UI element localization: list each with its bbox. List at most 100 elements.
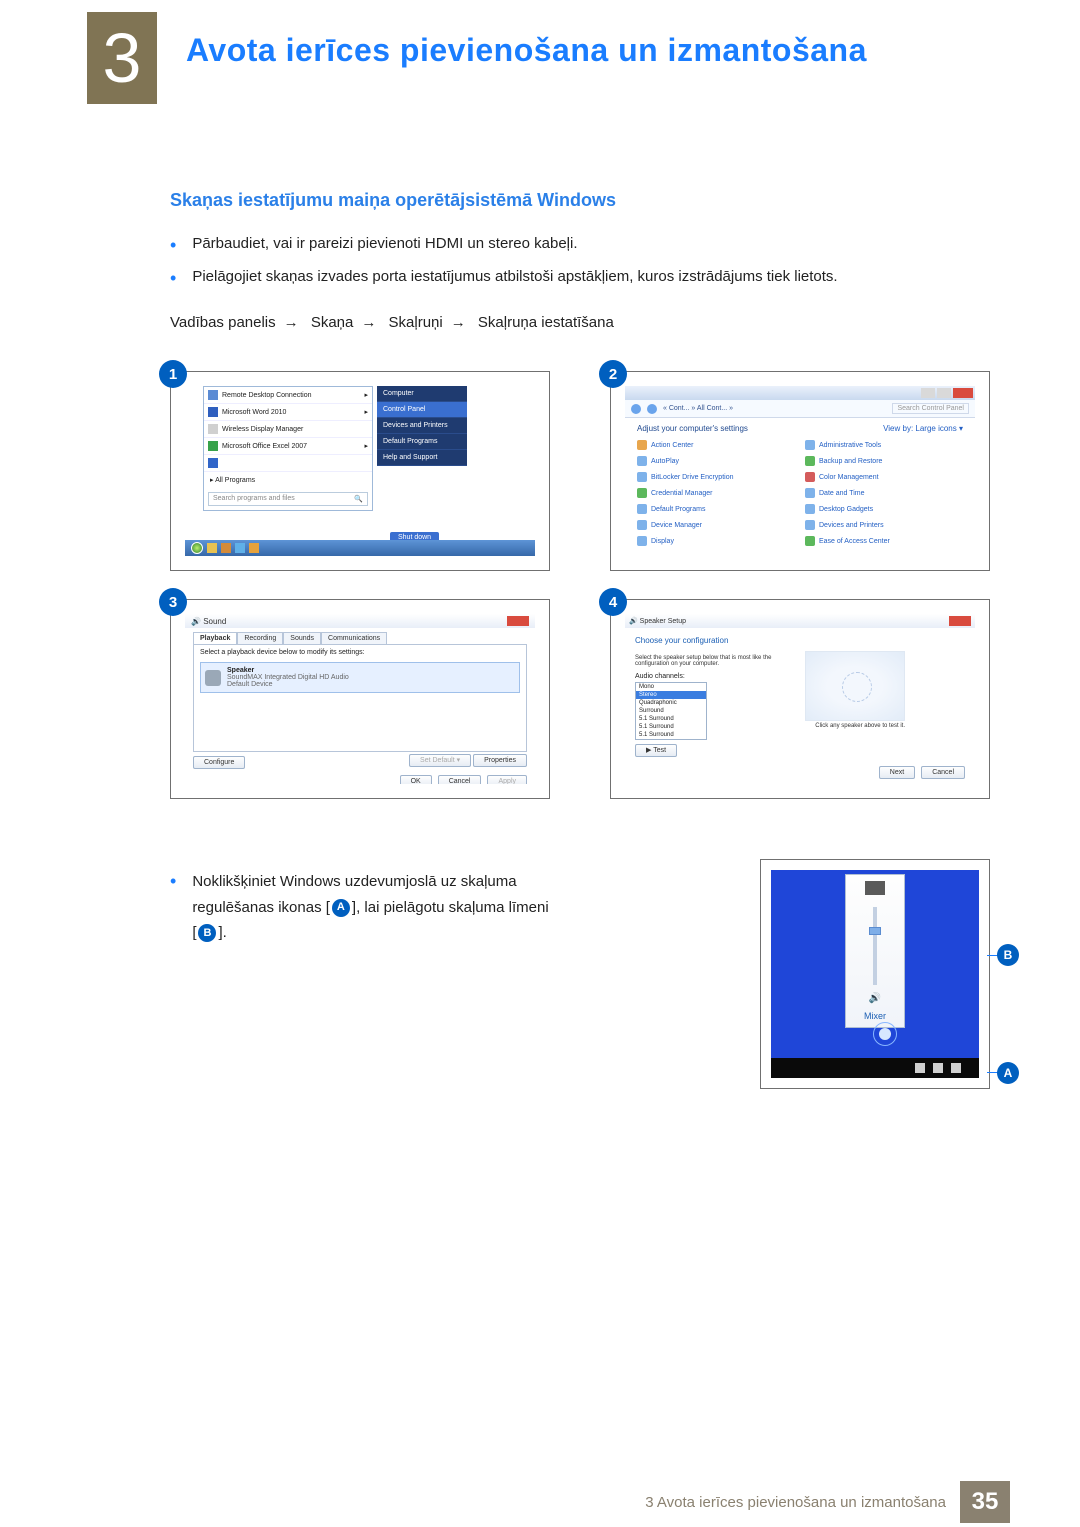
chapter-title: Avota ierīces pievienošana un izmantošan…	[186, 32, 867, 69]
channels-label: Audio channels:	[635, 673, 785, 680]
lower-text: [	[192, 924, 196, 941]
configure-button: Configure	[193, 756, 245, 769]
screenshot-start-menu: 1 Remote Desktop Connection▸ Microsoft W…	[170, 371, 550, 571]
section-subhead: Skaņas iestatījumu maiņa operētājsistēmā…	[170, 190, 990, 211]
start-right-item: Help and Support	[377, 450, 467, 466]
volume-figure: 🔊 Mixer A B	[760, 859, 990, 1089]
lower-section: • Noklikšķiniet Windows uzdevumjoslā uz …	[170, 859, 990, 1089]
speaker-icon: 🔊	[868, 991, 882, 1005]
all-programs: All Programs	[215, 477, 255, 484]
screenshot-speaker-setup: 4 🔊 Speaker Setup Choose your configurat…	[610, 599, 990, 799]
close-icon	[949, 616, 971, 626]
properties-button: Properties	[473, 754, 527, 767]
lower-text: ], lai pielāgotu skaļuma līmeni	[352, 899, 549, 916]
search-placeholder: Search programs and files	[213, 495, 295, 503]
start-item: Wireless Display Manager	[222, 426, 303, 433]
step-badge-2: 2	[599, 360, 627, 388]
tray-icon	[933, 1063, 943, 1073]
start-right-item: Default Programs	[377, 434, 467, 450]
path-step: Skaļruņi	[389, 314, 443, 331]
navigation-path: Vadības panelis → Skaņa → Skaļruņi → Skaļru…	[170, 314, 990, 331]
bullet-list: • Pārbaudiet, vai ir pareizi pievienoti H…	[170, 233, 990, 288]
set-default-button: Set Default ▾	[409, 754, 471, 767]
page-number: 35	[960, 1481, 1010, 1523]
adjust-label: Adjust your computer's settings	[637, 424, 748, 433]
device-icon	[865, 881, 885, 895]
bullet-icon: •	[170, 269, 176, 289]
step-badge-1: 1	[159, 360, 187, 388]
lower-text: ].	[218, 924, 226, 941]
page-content: Skaņas iestatījumu maiņa operētājsistēmā…	[170, 190, 990, 1089]
badge-b-inline: B	[198, 924, 216, 942]
volume-taskbar-icon	[873, 1022, 897, 1046]
cancel-button: Cancel	[921, 766, 965, 779]
test-button: ▶ Test	[635, 744, 677, 757]
apply-button: Apply	[487, 775, 527, 784]
callout-b: B	[997, 944, 1019, 966]
tray-icon	[915, 1063, 925, 1073]
list-item: • Noklikšķiniet Windows uzdevumjoslā uz …	[170, 869, 700, 946]
start-right-item: Computer	[377, 386, 467, 402]
path-step: Skaļruņa iestatīšana	[478, 314, 614, 331]
view-by: View by: Large icons ▾	[883, 424, 963, 433]
list-item: • Pielāgojiet skaņas izvades porta iestat…	[170, 266, 990, 289]
step-badge-3: 3	[159, 588, 187, 616]
tab-recording: Recording	[237, 632, 283, 644]
tab-playback: Playback	[193, 632, 237, 644]
screenshot-control-panel: 2 « Cont... » All Cont... »Search Contro…	[610, 371, 990, 571]
bullet-text: Pielāgojiet skaņas izvades porta iestatī…	[192, 266, 837, 289]
slider-thumb	[869, 927, 881, 935]
taskbar	[771, 1058, 979, 1078]
list-item: • Pārbaudiet, vai ir pareizi pievienoti H…	[170, 233, 990, 256]
arrow-icon: →	[361, 314, 376, 331]
screenshot-grid: 1 Remote Desktop Connection▸ Microsoft W…	[170, 371, 990, 799]
lower-text: regulēšanas ikonas [	[192, 899, 330, 916]
tray-icon	[951, 1063, 961, 1073]
search-input: Search Control Panel	[892, 403, 969, 414]
arrow-icon: →	[451, 314, 466, 331]
device-sub: SoundMAX Integrated Digital HD Audio	[227, 674, 349, 681]
bullet-icon: •	[170, 236, 176, 256]
breadcrumb: « Cont... » All Cont... »	[663, 405, 733, 412]
room-diagram	[805, 651, 905, 721]
path-step: Vadības panelis	[170, 314, 276, 331]
bullet-icon: •	[170, 872, 176, 946]
tab-sounds: Sounds	[283, 632, 321, 644]
volume-slider-popup: 🔊 Mixer	[845, 874, 905, 1028]
dialog-title: Sound	[203, 617, 226, 626]
bullet-text: Pārbaudiet, vai ir pareizi pievienoti HD…	[192, 233, 577, 256]
start-orb-icon	[191, 542, 203, 554]
path-step: Skaņa	[311, 314, 354, 331]
chapter-number: 3	[103, 18, 142, 98]
footer-text: 3 Avota ierīces pievienošana un izmantoš…	[645, 1494, 946, 1511]
cancel-button: Cancel	[438, 775, 482, 784]
start-right-item-selected: Control Panel	[377, 402, 467, 418]
dialog-title: Speaker Setup	[640, 618, 686, 625]
next-button: Next	[879, 766, 915, 779]
tab-communications: Communications	[321, 632, 387, 644]
mixer-link: Mixer	[864, 1011, 886, 1021]
badge-a-inline: A	[332, 899, 350, 917]
start-item: Remote Desktop Connection	[222, 392, 312, 399]
arrow-icon: →	[284, 314, 299, 331]
callout-a: A	[997, 1062, 1019, 1084]
lower-text: Noklikšķiniet Windows uzdevumjoslā uz sk…	[192, 873, 516, 890]
chapter-number-tab: 3	[87, 12, 157, 104]
sub-text: Select the speaker setup below that is m…	[635, 655, 785, 667]
search-icon: 🔍	[354, 495, 363, 503]
device-default: Default Device	[227, 681, 349, 688]
choose-heading: Choose your configuration	[635, 636, 965, 645]
start-right-item: Devices and Printers	[377, 418, 467, 434]
speaker-icon	[205, 670, 221, 686]
click-hint: Click any speaker above to test it.	[805, 723, 905, 729]
start-item: Microsoft Office Excel 2007	[222, 443, 307, 450]
close-icon	[507, 616, 529, 626]
step-badge-4: 4	[599, 588, 627, 616]
ok-button: OK	[400, 775, 432, 784]
channels-list: Mono Stereo Quadraphonic Surround 5.1 Su…	[635, 682, 707, 740]
screenshot-sound-dialog: 3 🔊 Sound Playback Recording Sounds Comm…	[170, 599, 550, 799]
device-name: Speaker	[227, 667, 349, 674]
hint-text: Select a playback device below to modify…	[200, 649, 520, 656]
start-item: Microsoft Word 2010	[222, 409, 286, 416]
page-footer: 3 Avota ierīces pievienošana un izmantoš…	[0, 1477, 1080, 1527]
